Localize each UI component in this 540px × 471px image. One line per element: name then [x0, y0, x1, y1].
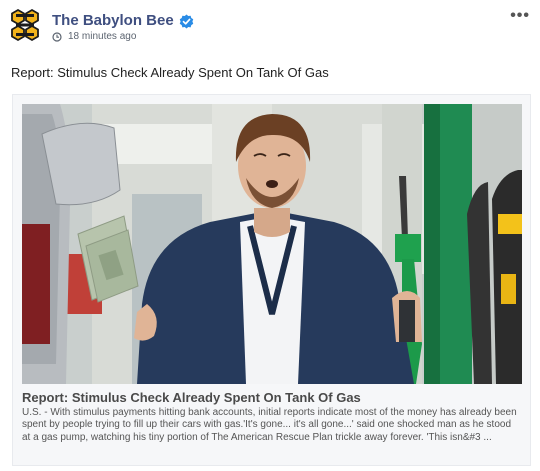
verified-check-icon — [179, 13, 193, 29]
link-preview-card[interactable]: Report: Stimulus Check Already Spent On … — [12, 94, 531, 466]
post-card: The Babylon Bee 18 minutes ago ••• Repor… — [0, 0, 540, 471]
post-header: The Babylon Bee — [52, 11, 194, 31]
link-title[interactable]: Report: Stimulus Check Already Spent On … — [22, 390, 361, 405]
post-timestamp[interactable]: 18 minutes ago — [52, 31, 136, 42]
clock-icon — [52, 31, 62, 42]
link-description: U.S. - With stimulus payments hitting ba… — [22, 407, 517, 443]
link-preview-image[interactable] — [22, 104, 522, 384]
post-text: Report: Stimulus Check Already Spent On … — [11, 65, 329, 80]
post-time: 18 minutes ago — [68, 31, 137, 42]
babylon-bee-logo[interactable] — [8, 8, 42, 42]
more-options-icon[interactable]: ••• — [510, 8, 530, 24]
page-name-link[interactable]: The Babylon Bee — [52, 11, 174, 31]
